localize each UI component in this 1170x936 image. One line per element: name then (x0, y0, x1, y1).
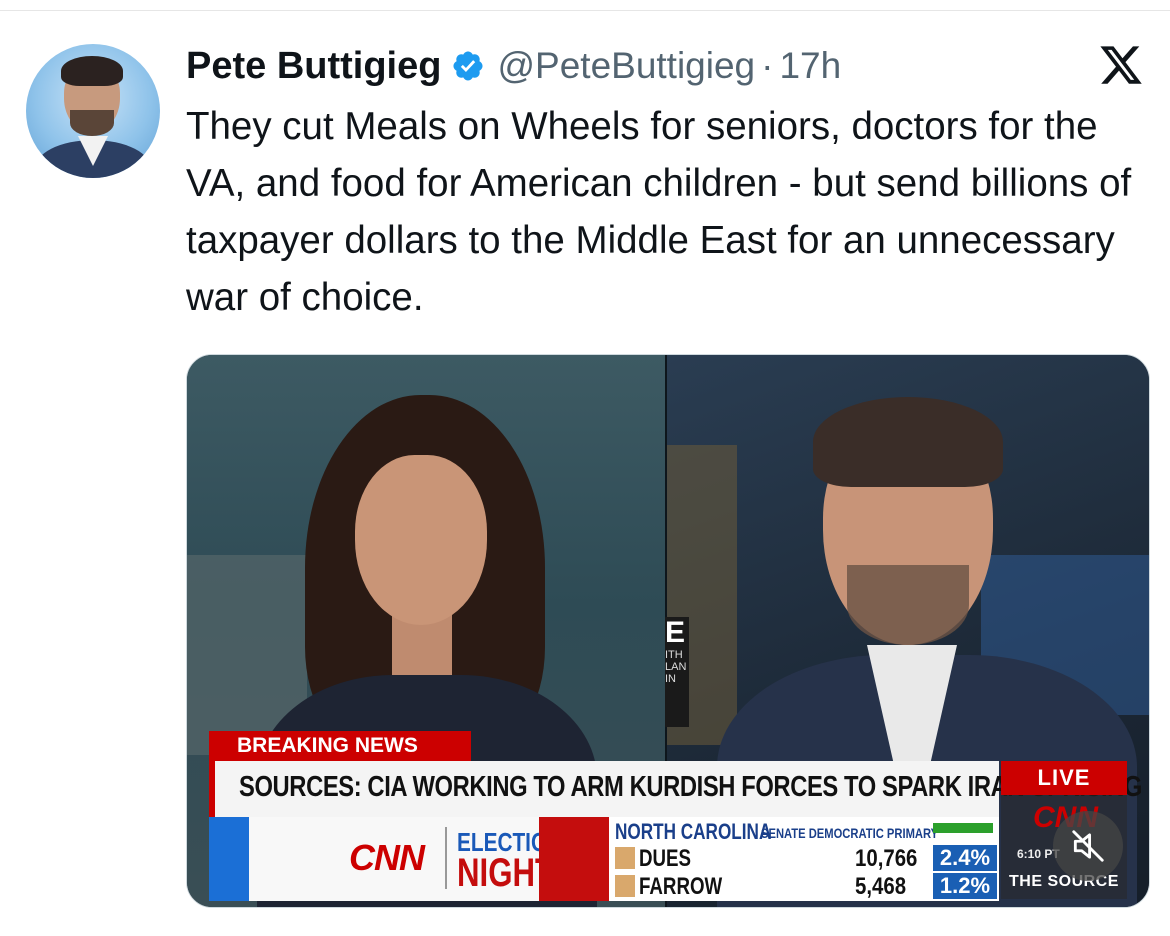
author-name[interactable]: Pete Buttigieg (186, 45, 441, 88)
cnn-logo: CNN (349, 837, 425, 878)
results-state: NORTH CAROLINA (615, 819, 772, 844)
muted-speaker-icon (1072, 830, 1104, 862)
background-sign: E ITH LAN IN (665, 617, 689, 727)
breaking-news-label: BREAKING NEWS (209, 731, 471, 761)
x-logo-icon (1100, 46, 1142, 84)
top-divider (0, 10, 1170, 11)
reporting-bar (933, 823, 993, 833)
separator-dot: · (761, 45, 774, 86)
tweet-text: They cut Meals on Wheels for seniors, do… (186, 105, 1132, 319)
headline-bar: SOURCES: CIA WORKING TO ARM KURDISH FORC… (209, 761, 1142, 817)
video-player[interactable]: E ITH LAN IN BREAKING NEWS SOURCES: CIA … (186, 354, 1150, 908)
results-panel: NORTH CAROLINA SENATE DEMOCRATIC PRIMARY… (609, 817, 999, 901)
results-race: SENATE DEMOCRATIC PRIMARY (761, 825, 939, 841)
verified-badge-icon (453, 51, 483, 81)
author-handle[interactable]: @PeteButtigieg (497, 45, 755, 87)
candidate-photo (615, 875, 635, 897)
avatar[interactable] (26, 44, 160, 178)
timestamp[interactable]: 17h (779, 45, 841, 87)
candidate-row: FARROW 5,468 1.2% (615, 873, 997, 900)
mute-button[interactable] (1053, 811, 1123, 881)
candidate-row: DUES 10,766 2.4% (615, 845, 997, 872)
tweet-header: Pete Buttigieg @PeteButtigieg · 17h (186, 40, 841, 92)
election-ticker: CNN ELECTION NIGHT NORTH CAROLINA SENATE… (209, 817, 999, 901)
candidate-photo (615, 847, 635, 869)
election-night-box: CNN ELECTION NIGHT (209, 817, 562, 901)
live-badge: LIVE (1001, 761, 1127, 795)
